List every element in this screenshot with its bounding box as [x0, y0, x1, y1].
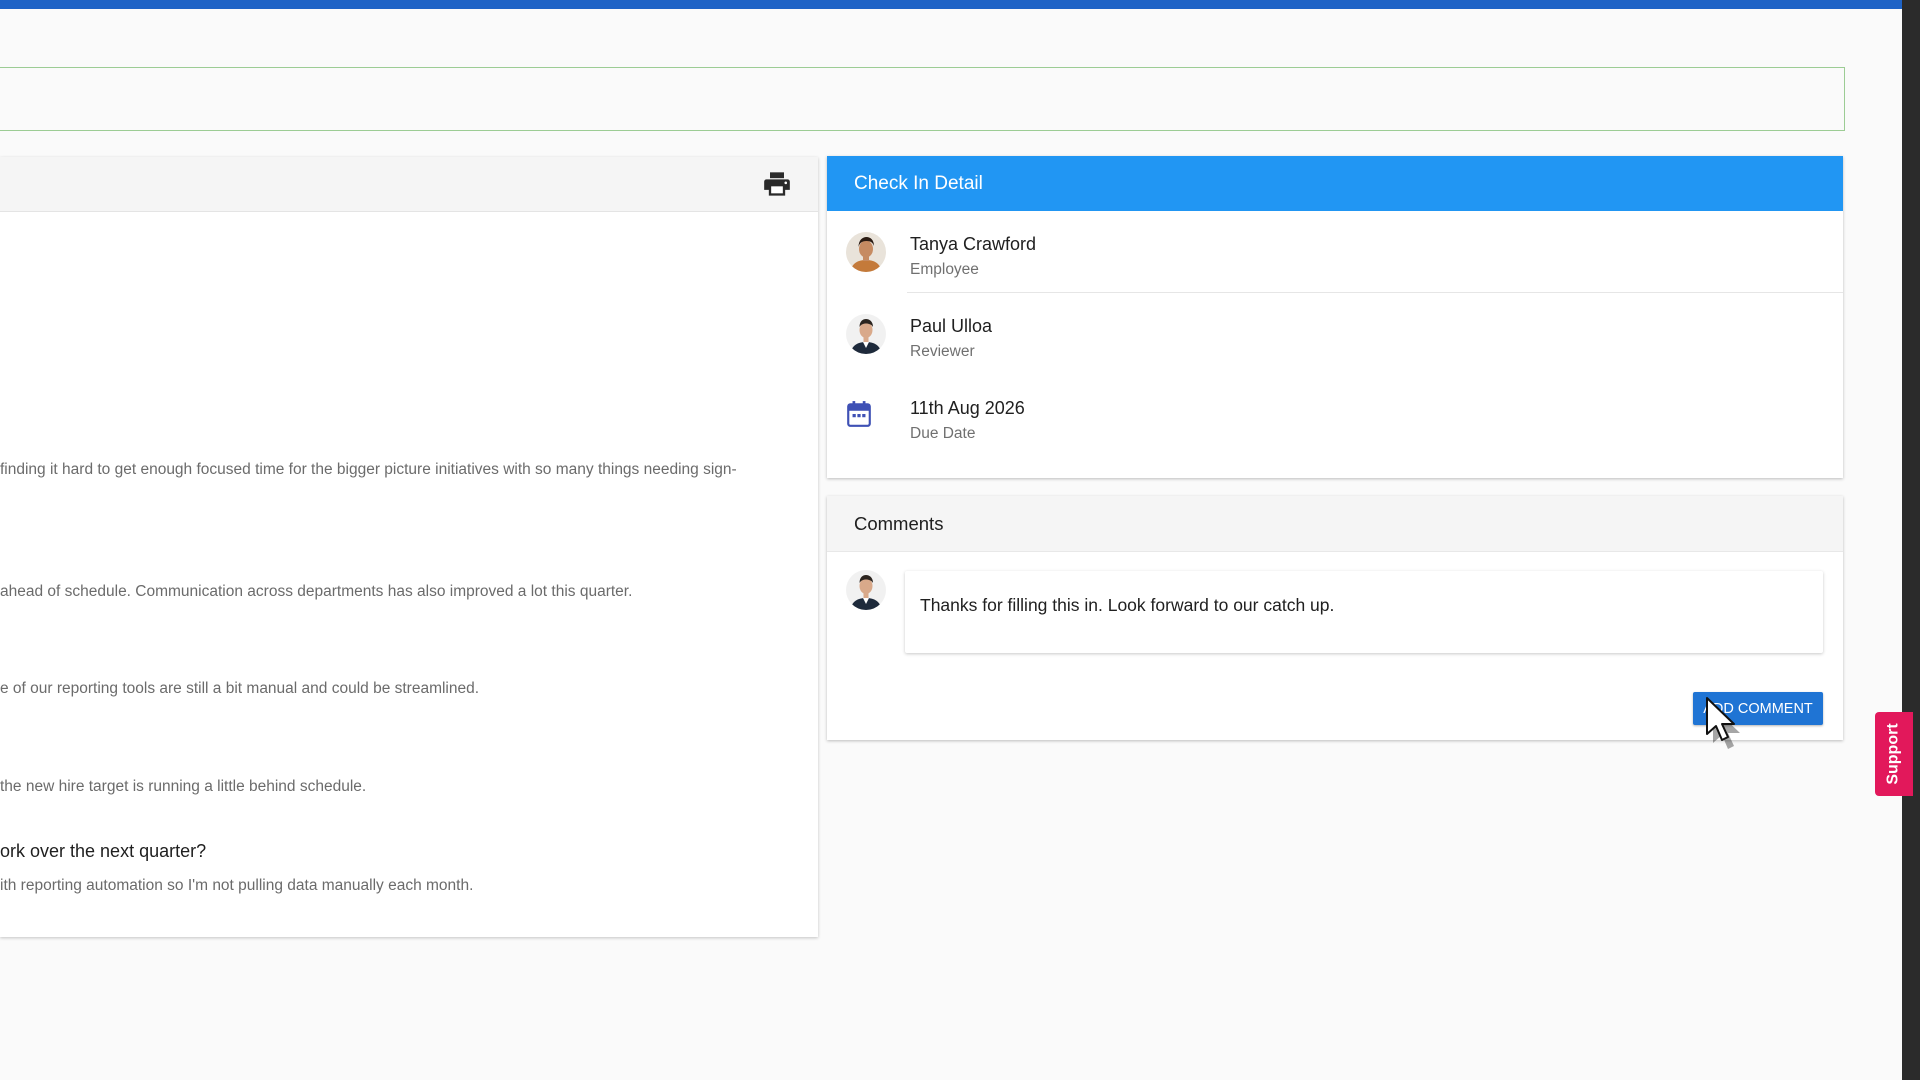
mouse-pointer-icon [1704, 695, 1744, 751]
employee-avatar [846, 232, 886, 272]
comment-text: Thanks for filling this in. Look forward… [920, 595, 1335, 615]
reviewer-avatar [846, 314, 886, 354]
window-edge [1902, 0, 1920, 1080]
comments-title: Comments [827, 496, 1843, 552]
comment-bubble: Thanks for filling this in. Look forward… [905, 571, 1823, 653]
due-date-label: Due Date [910, 425, 976, 442]
answer-text: e of our reporting tools are still a bit… [0, 680, 480, 697]
top-accent-bar [0, 0, 1902, 9]
due-date-value: 11th Aug 2026 [910, 398, 1025, 418]
answer-text: ahead of schedule. Communication across … [0, 583, 633, 600]
comments-card: Comments Thanks for filling this in. Loo… [827, 496, 1843, 740]
support-tab-label: Support [1885, 723, 1903, 785]
employee-name: Tanya Crawford [910, 234, 1037, 254]
top-banner [0, 67, 1845, 131]
reviewer-name: Paul Ulloa [910, 316, 993, 336]
check-in-detail-title: Check In Detail [827, 156, 1843, 211]
support-tab[interactable]: Support [1875, 712, 1913, 796]
employee-row: Tanya Crawford Employee [827, 211, 1843, 293]
reviewer-row: Paul Ulloa Reviewer [827, 293, 1843, 375]
answer-text: ith reporting automation so I'm not pull… [0, 877, 474, 894]
reviewer-role: Reviewer [910, 343, 975, 360]
answer-text: finding it hard to get enough focused ti… [0, 461, 737, 478]
check-in-detail-card: Check In Detail Tanya Crawford Employee [827, 156, 1843, 478]
employee-role: Employee [910, 261, 979, 278]
calendar-icon [846, 400, 876, 430]
print-icon[interactable] [762, 169, 792, 199]
answer-text: the new hire target is running a little … [0, 778, 367, 795]
check-in-answers-card: finding it hard to get enough focused ti… [0, 157, 818, 937]
answers-card-header [0, 157, 818, 212]
due-date-row: 11th Aug 2026 Due Date [827, 375, 1843, 457]
question-heading: ork over the next quarter? [0, 841, 207, 861]
commenter-avatar [846, 570, 886, 610]
